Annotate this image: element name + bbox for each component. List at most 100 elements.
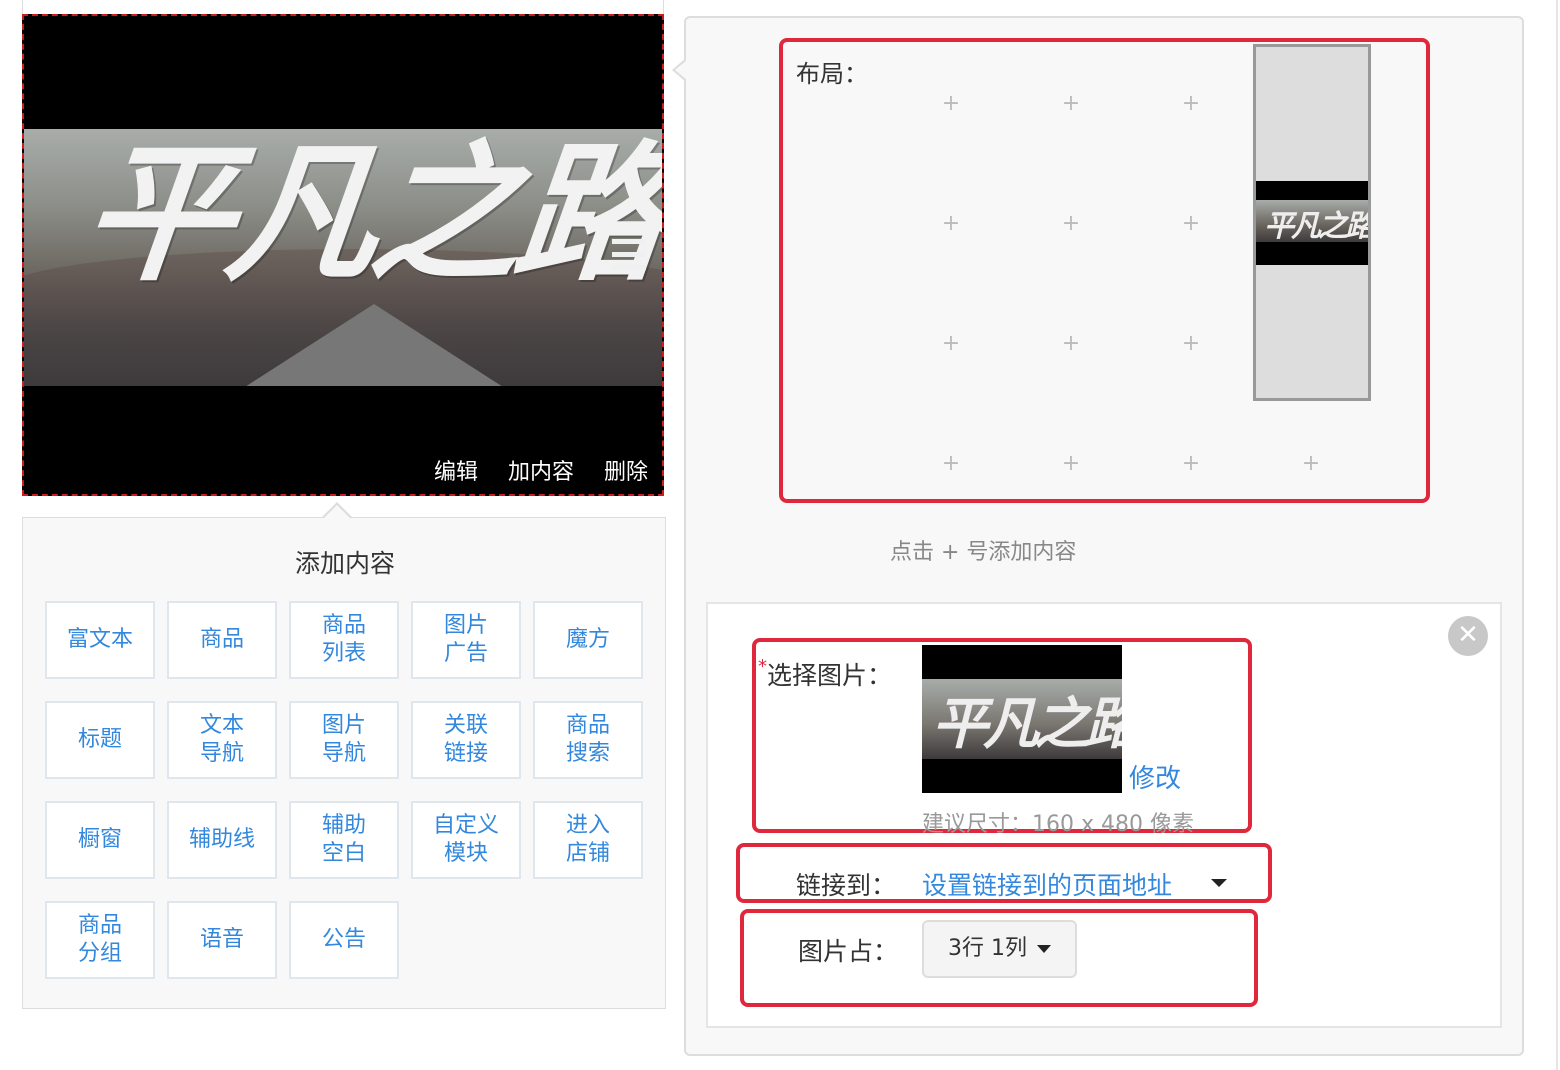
add-button-label-line1: 魔方 — [565, 627, 610, 652]
add-14-button[interactable]: 自定义 模块 — [411, 801, 521, 879]
layout-add-icon[interactable]: + — [1181, 93, 1201, 115]
add-button-label-line2: 空白 — [321, 841, 366, 866]
add-button-label-line2: 店铺 — [565, 841, 610, 866]
add-button-label-line2: 模块 — [443, 841, 488, 866]
add-button-label: 标题 — [78, 726, 122, 754]
chevron-down-icon[interactable] — [1037, 945, 1051, 953]
add-8-button[interactable]: 图片 导航 — [289, 701, 399, 779]
add-button-label-line1: 图片 — [443, 613, 488, 638]
add-content-panel: 添加内容 富文本 商品 商品 列表 图片 广告 魔方 标题 文本 导航 图片 导航 关联 链接 商品 搜索 橱窗… — [22, 517, 666, 1009]
add-12-button[interactable]: 辅助线 — [167, 801, 277, 879]
layout-hint: 点击 + 号添加内容 — [890, 540, 1077, 565]
add-13-button[interactable]: 辅助 空白 — [289, 801, 399, 879]
layout-add-icon[interactable]: + — [941, 213, 961, 235]
required-mark: * — [758, 656, 767, 677]
add-button-label: 富文本 — [67, 626, 133, 654]
add-button-label: 公告 — [322, 926, 366, 954]
add-button-label-line2: 搜索 — [565, 741, 610, 766]
add-button-label-line2: 导航 — [321, 741, 366, 766]
add-button-label-line2: 链接 — [443, 741, 488, 766]
add-button-label-line1: 自定义 — [432, 813, 499, 838]
delete-button[interactable]: 删除 — [604, 454, 648, 486]
add-1-button[interactable]: 富文本 — [45, 601, 155, 679]
layout-add-icon[interactable]: + — [1181, 453, 1201, 475]
link-to-label: 链接到： — [796, 871, 897, 900]
add-button-label: 商品 列表 — [322, 612, 366, 668]
image-size-hint: 建议尺寸：160 x 480 像素 — [922, 812, 1194, 837]
add-button-label: 魔方 — [566, 626, 610, 654]
add-button-label-line1: 进入 — [565, 813, 610, 838]
image-occupy-select[interactable]: 3行 1列 — [922, 920, 1077, 978]
add-button-label: 辅助 空白 — [322, 812, 366, 868]
layout-add-icon[interactable]: + — [941, 93, 961, 115]
add-button-label: 自定义 模块 — [433, 812, 499, 868]
chevron-down-icon[interactable] — [1211, 879, 1227, 887]
selected-image-thumbnail[interactable]: 平凡之路 — [922, 645, 1122, 793]
add-button-label-line1: 橱窗 — [77, 827, 122, 852]
add-button-label-line1: 标题 — [77, 727, 122, 752]
edit-button[interactable]: 编辑 — [434, 454, 478, 486]
add-3-button[interactable]: 商品 列表 — [289, 601, 399, 679]
add-content-button[interactable]: 加内容 — [508, 454, 574, 486]
banner-title: 平凡之路 — [74, 129, 662, 302]
add-5-button[interactable]: 魔方 — [533, 601, 643, 679]
banner-road — [234, 304, 514, 386]
layout-image-block[interactable]: 平凡之路 — [1253, 44, 1371, 401]
layout-add-icon[interactable]: + — [941, 333, 961, 355]
add-button-label-line2: 导航 — [199, 741, 244, 766]
add-10-button[interactable]: 商品 搜索 — [533, 701, 643, 779]
add-button-label-line1: 语音 — [199, 927, 244, 952]
add-button-label-line1: 商品 — [77, 913, 122, 938]
add-button-label-line2: 列表 — [321, 641, 366, 666]
add-button-label-line1: 图片 — [321, 713, 366, 738]
add-17-button[interactable]: 语音 — [167, 901, 277, 979]
banner-image: 平凡之路 — [24, 129, 662, 386]
close-icon[interactable]: ✕ — [1448, 616, 1488, 656]
add-button-label: 商品 — [200, 626, 244, 654]
add-button-label: 语音 — [200, 926, 244, 954]
preview-image-module[interactable]: 平凡之路 编辑 加内容 删除 — [22, 14, 664, 496]
add-button-label: 商品 搜索 — [566, 712, 610, 768]
layout-label: 布局： — [796, 60, 868, 88]
select-image-label-text: 选择图片： — [767, 661, 893, 690]
select-image-label: *选择图片： — [758, 656, 892, 692]
layout-add-icon[interactable]: + — [941, 453, 961, 475]
preview-top-border — [22, 0, 664, 14]
add-9-button[interactable]: 关联 链接 — [411, 701, 521, 779]
add-button-label-line1: 关联 — [443, 713, 488, 738]
add-18-button[interactable]: 公告 — [289, 901, 399, 979]
layout-add-icon[interactable]: + — [1061, 93, 1081, 115]
layout-block-thumbnail: 平凡之路 — [1256, 181, 1368, 265]
link-to-dropdown[interactable]: 设置链接到的页面地址 — [922, 866, 1172, 902]
add-4-button[interactable]: 图片 广告 — [411, 601, 521, 679]
page-edge — [1556, 0, 1558, 1070]
add-button-label-line2: 广告 — [443, 641, 488, 666]
image-occupy-label: 图片占： — [798, 937, 899, 966]
editor-panel-caret-inner — [675, 60, 687, 80]
layout-add-icon[interactable]: + — [1061, 333, 1081, 355]
add-button-label-line1: 商品 — [199, 627, 244, 652]
layout-add-icon[interactable]: + — [1181, 333, 1201, 355]
layout-add-icon[interactable]: + — [1181, 213, 1201, 235]
add-button-label-line1: 辅助 — [321, 813, 366, 838]
add-button-label-line1: 公告 — [321, 927, 366, 952]
add-button-label: 商品 分组 — [78, 912, 122, 968]
add-6-button[interactable]: 标题 — [45, 701, 155, 779]
add-button-label: 图片 导航 — [322, 712, 366, 768]
add-content-title: 添加内容 — [294, 549, 395, 578]
add-16-button[interactable]: 商品 分组 — [45, 901, 155, 979]
add-11-button[interactable]: 橱窗 — [45, 801, 155, 879]
modify-image-link[interactable]: 修改 — [1129, 758, 1181, 795]
add-button-label-line1: 商品 — [565, 713, 610, 738]
add-button-label-line1: 富文本 — [66, 627, 133, 652]
add-button-label-line1: 商品 — [321, 613, 366, 638]
layout-add-icon[interactable]: + — [1061, 453, 1081, 475]
add-7-button[interactable]: 文本 导航 — [167, 701, 277, 779]
add-button-label: 进入 店铺 — [566, 812, 610, 868]
add-2-button[interactable]: 商品 — [167, 601, 277, 679]
layout-add-icon[interactable]: + — [1301, 453, 1321, 475]
add-button-label: 文本 导航 — [200, 712, 244, 768]
add-panel-caret-inner — [324, 505, 350, 518]
add-15-button[interactable]: 进入 店铺 — [533, 801, 643, 879]
layout-add-icon[interactable]: + — [1061, 213, 1081, 235]
